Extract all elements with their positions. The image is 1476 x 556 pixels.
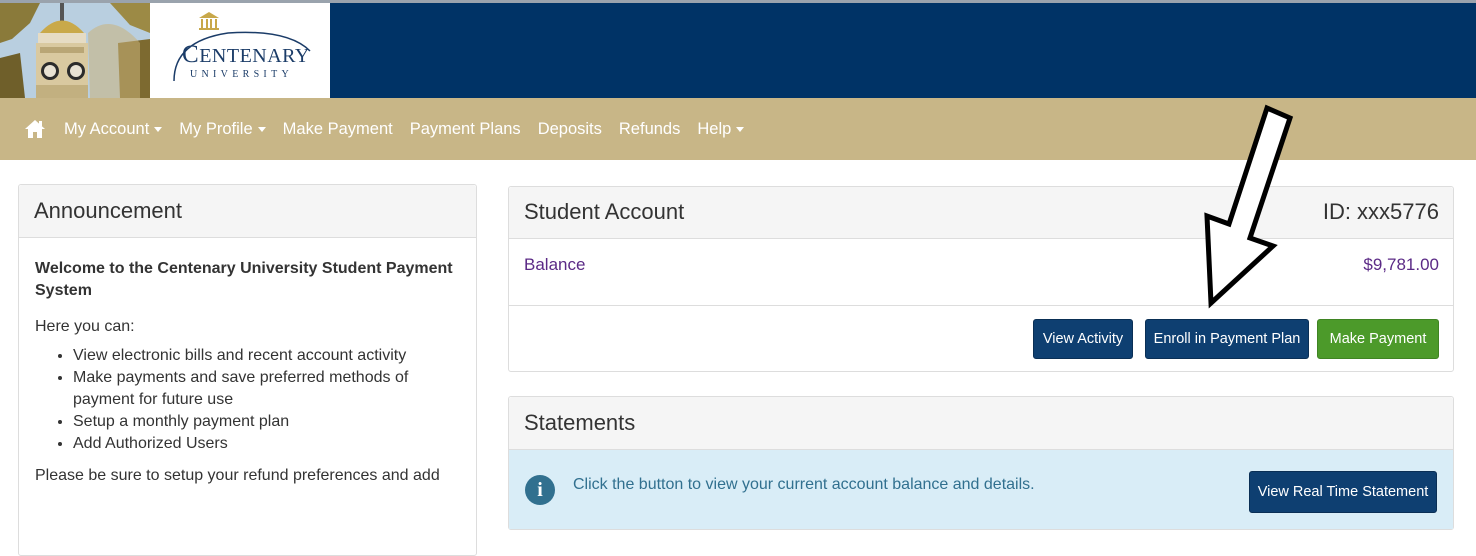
view-real-time-statement-button[interactable]: View Real Time Statement	[1249, 471, 1437, 513]
nav-refunds[interactable]: Refunds	[619, 120, 680, 139]
clock-tower-photo	[0, 3, 160, 98]
announcement-list: View electronic bills and recent account…	[35, 345, 460, 455]
callout-arrow-icon	[1204, 104, 1294, 309]
nav-my-profile[interactable]: My Profile	[179, 120, 266, 139]
make-payment-button[interactable]: Make Payment	[1317, 319, 1439, 359]
list-item: Add Authorized Users	[73, 433, 460, 455]
nav-my-account[interactable]: My Account	[64, 120, 163, 139]
announcement-note: Please be sure to setup your refund pref…	[35, 467, 440, 484]
nav-make-payment[interactable]: Make Payment	[283, 120, 393, 139]
nav-payment-plans[interactable]: Payment Plans	[410, 120, 521, 139]
logo-wordmark: CENTENARY UNIVERSITY	[168, 11, 314, 91]
student-account-panel: Student Account ID: xxx5776 Balance $9,7…	[508, 186, 1454, 372]
header-banner: CENTENARY UNIVERSITY	[0, 3, 1476, 98]
home-icon[interactable]	[24, 119, 46, 139]
logo-temple-icon	[199, 12, 219, 30]
nav-help[interactable]: Help	[697, 120, 745, 139]
list-item: Make payments and save preferred methods…	[73, 367, 460, 411]
university-logo[interactable]: CENTENARY UNIVERSITY	[0, 3, 330, 98]
announcement-intro: Here you can:	[35, 318, 135, 335]
logo-name: CENTENARY	[182, 41, 310, 68]
statements-info-text: Click the button to view your current ac…	[573, 476, 1035, 493]
logo-sub: UNIVERSITY	[190, 69, 293, 80]
student-id: ID: xxx5776	[1322, 199, 1439, 224]
balance-amount: $9,781.00	[1363, 255, 1439, 274]
nav-deposits[interactable]: Deposits	[538, 120, 602, 139]
list-item: View electronic bills and recent account…	[73, 345, 460, 367]
enroll-payment-plan-button[interactable]: Enroll in Payment Plan	[1145, 319, 1309, 359]
statements-heading: Statements	[524, 410, 636, 435]
balance-label: Balance	[524, 255, 586, 274]
student-account-heading: Student Account	[524, 199, 685, 224]
account-actions: View Activity Enroll in Payment Plan Mak…	[509, 306, 1453, 370]
statements-info-alert: i Click the button to view your current …	[509, 450, 1453, 529]
announcement-title: Welcome to the Centenary University Stud…	[35, 260, 453, 299]
announcement-panel: Announcement Welcome to the Centenary Un…	[18, 184, 477, 556]
balance-row: Balance $9,781.00	[509, 239, 1453, 306]
announcement-heading: Announcement	[19, 185, 476, 238]
statements-panel: Statements i Click the button to view yo…	[508, 396, 1454, 530]
caret-down-icon	[257, 127, 266, 132]
list-item: Setup a monthly payment plan	[73, 411, 460, 433]
caret-down-icon	[736, 127, 745, 132]
view-activity-button[interactable]: View Activity	[1033, 319, 1133, 359]
caret-down-icon	[154, 127, 163, 132]
info-icon: i	[525, 475, 555, 505]
